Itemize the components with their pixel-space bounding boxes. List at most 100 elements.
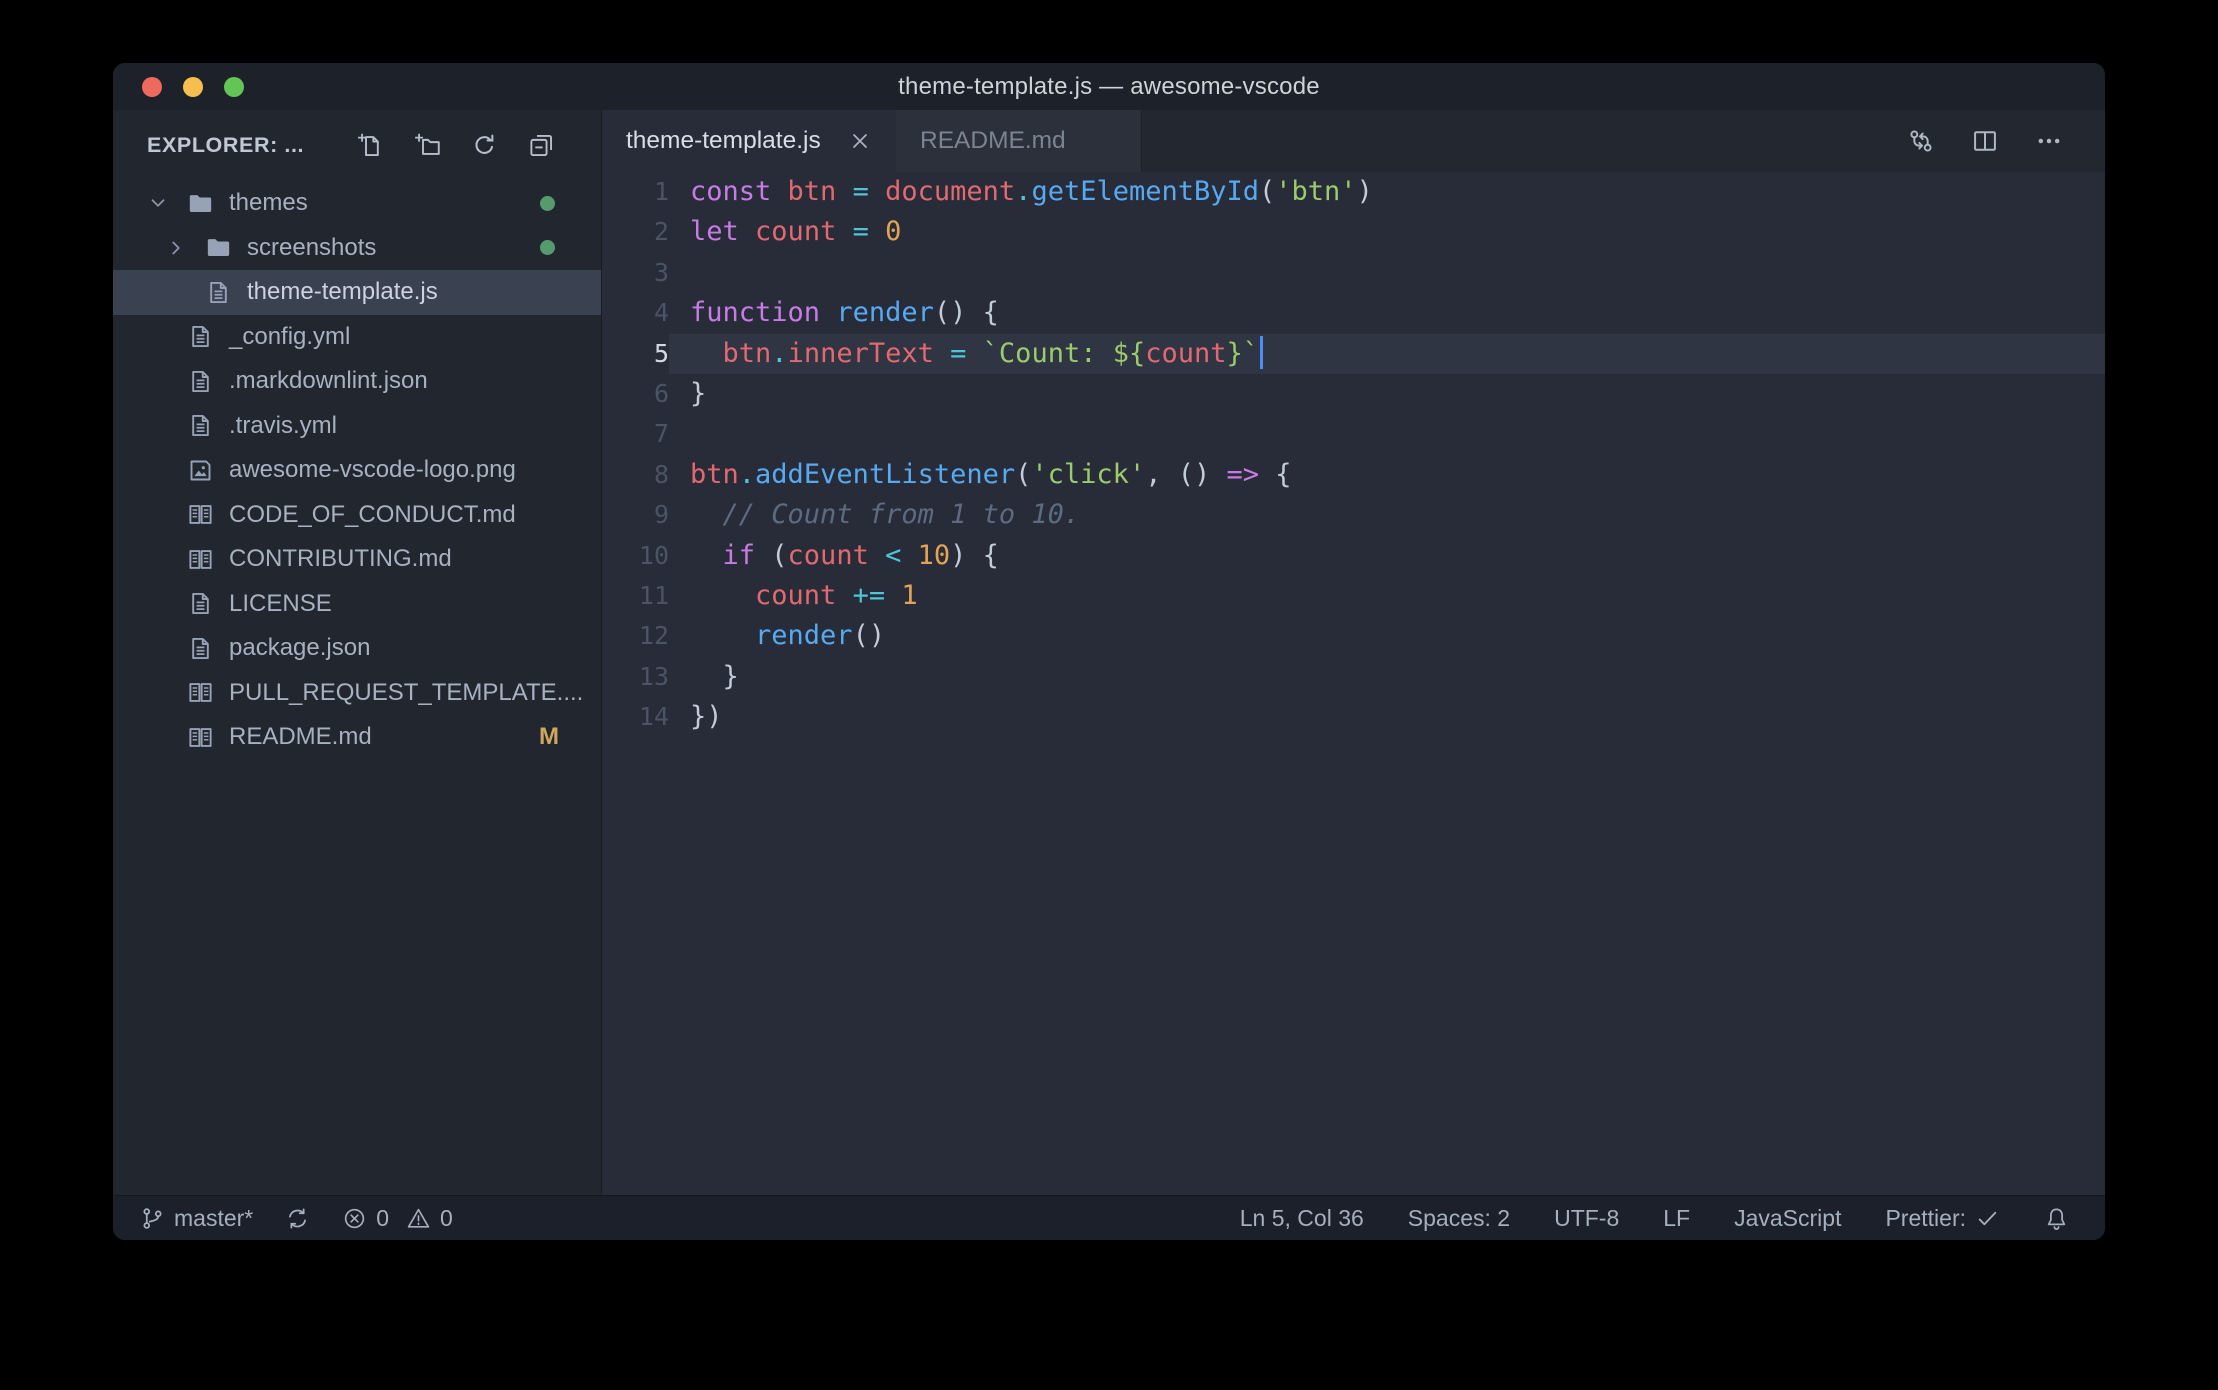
line-number: 9 — [653, 500, 669, 530]
code-text: btn.addEventListener('click', () => { — [690, 458, 1292, 490]
file-tree: themes screenshots theme-template.js _confi… — [113, 181, 601, 760]
explorer-sidebar: EXPLORER: ... themes screenshots theme-tem… — [113, 110, 602, 1195]
code-text: // Count from 1 to 10. — [690, 499, 1081, 531]
tab-label: theme-template.js — [626, 127, 821, 154]
code-area[interactable]: 1 const btn = document.getElementById('bt… — [602, 172, 2105, 1195]
error-count: 0 — [376, 1204, 390, 1231]
close-window-button[interactable] — [142, 76, 162, 97]
code-line-12: 12 render() — [602, 616, 2105, 656]
minimize-window-button[interactable] — [183, 76, 203, 97]
code-line-8: 8 btn.addEventListener('click', () => { — [602, 455, 2105, 495]
refresh-icon[interactable] — [471, 132, 498, 159]
explorer-title: EXPLORER: ... — [147, 133, 305, 157]
tree-item-label: theme-template.js — [247, 278, 438, 306]
code-line-6: 6} — [602, 374, 2105, 414]
tree-item--config-yml[interactable]: _config.yml — [113, 315, 601, 360]
file-icon — [187, 368, 214, 395]
git-branch-status[interactable]: master* — [140, 1205, 253, 1232]
tree-item-theme-template-js[interactable]: theme-template.js — [113, 270, 601, 315]
close-tab-icon[interactable] — [848, 129, 872, 153]
new-file-icon[interactable] — [357, 132, 384, 159]
code-text: btn.innerText = `Count: ${count}` — [690, 334, 1264, 374]
bell-icon — [2044, 1206, 2069, 1231]
file-icon — [205, 279, 232, 306]
line-number: 13 — [638, 661, 669, 691]
tree-item-readme-md[interactable]: README.md M — [113, 715, 601, 760]
tree-item--travis-yml[interactable]: .travis.yml — [113, 404, 601, 449]
code-text: if (count < 10) { — [722, 539, 999, 571]
sync-icon — [285, 1206, 310, 1231]
tree-item--markdownlint-json[interactable]: .markdownlint.json — [113, 359, 601, 404]
chevron-down-icon — [147, 192, 187, 214]
error-icon — [342, 1206, 367, 1231]
git-status-dot — [540, 195, 555, 211]
folder-icon — [187, 190, 214, 217]
editor-actions — [1907, 110, 2105, 172]
line-number: 6 — [653, 378, 669, 408]
problems-status[interactable]: 0 0 — [342, 1205, 453, 1232]
tab-label: README.md — [920, 127, 1066, 154]
tree-item-pull-request-template-[interactable]: PULL_REQUEST_TEMPLATE.... — [113, 671, 601, 716]
editor-group: theme-template.js README.md 1 const btn =… — [602, 110, 2105, 1195]
code-text: let count = 0 — [690, 216, 902, 248]
chevron-right-icon — [165, 237, 205, 259]
new-folder-icon[interactable] — [414, 132, 441, 159]
zoom-window-button[interactable] — [224, 76, 244, 97]
tree-item-label: CODE_OF_CONDUCT.md — [229, 500, 516, 528]
text-cursor — [1260, 335, 1264, 369]
tree-item-code-of-conduct-md[interactable]: CODE_OF_CONDUCT.md — [113, 493, 601, 538]
warning-icon — [406, 1206, 431, 1231]
markdown-icon — [187, 679, 214, 706]
line-number: 2 — [653, 217, 669, 247]
line-number: 5 — [653, 338, 669, 368]
code-line-11: 11 count += 1 — [602, 576, 2105, 616]
encoding-setting[interactable]: UTF-8 — [1554, 1205, 1619, 1232]
markdown-icon — [187, 501, 214, 528]
code-line-9: 9 // Count from 1 to 10. — [602, 495, 2105, 535]
tree-item-label: .travis.yml — [229, 411, 337, 439]
file-icon — [187, 323, 214, 350]
explorer-header: EXPLORER: ... — [113, 110, 601, 181]
warning-count: 0 — [440, 1204, 453, 1231]
code-text: } — [722, 660, 739, 692]
markdown-icon — [187, 724, 214, 751]
tree-item-themes[interactable]: themes — [113, 181, 601, 226]
split-editor-icon[interactable] — [1971, 127, 1999, 155]
sync-status[interactable] — [285, 1206, 310, 1231]
file-icon — [187, 412, 214, 439]
code-line-1: 1 const btn = document.getElementById('bt… — [602, 172, 2105, 212]
file-icon — [187, 635, 214, 662]
line-number: 8 — [653, 459, 669, 489]
indentation-setting[interactable]: Spaces: 2 — [1408, 1205, 1510, 1232]
collapse-all-icon[interactable] — [528, 132, 555, 159]
folder-icon — [205, 234, 232, 261]
tab-readme-md[interactable]: README.md — [896, 110, 1142, 172]
open-changes-icon[interactable] — [1907, 127, 1935, 155]
tree-item-contributing-md[interactable]: CONTRIBUTING.md — [113, 537, 601, 582]
git-branch-icon — [140, 1206, 165, 1231]
explorer-actions — [357, 132, 555, 159]
cursor-position[interactable]: Ln 5, Col 36 — [1240, 1205, 1364, 1232]
code-text: render() — [755, 620, 886, 652]
code-line-10: 10 if (count < 10) { — [602, 536, 2105, 576]
more-actions-icon[interactable] — [2035, 127, 2063, 155]
code-text: const btn = document.getElementById('btn… — [690, 176, 1373, 207]
file-icon — [187, 590, 214, 617]
tree-item-package-json[interactable]: package.json — [113, 626, 601, 671]
tree-item-label: CONTRIBUTING.md — [229, 545, 452, 573]
code-text: }) — [690, 701, 723, 733]
tab-theme-template-js[interactable]: theme-template.js — [602, 110, 896, 172]
language-mode[interactable]: JavaScript — [1734, 1205, 1841, 1232]
eol-setting[interactable]: LF — [1663, 1205, 1690, 1232]
image-icon — [187, 457, 214, 484]
code-line-2: 2 let count = 0 — [602, 212, 2105, 252]
tree-item-license[interactable]: LICENSE — [113, 582, 601, 627]
line-number: 11 — [638, 580, 669, 610]
tree-item-screenshots[interactable]: screenshots — [113, 226, 601, 271]
code-line-5: 5 btn.innerText = `Count: ${count}` — [602, 333, 2105, 374]
formatter-status[interactable]: Prettier: — [1885, 1205, 2000, 1232]
line-number: 14 — [638, 702, 669, 732]
tree-item-awesome-vscode-logo-png[interactable]: awesome-vscode-logo.png — [113, 448, 601, 493]
notifications[interactable] — [2044, 1206, 2069, 1231]
tree-item-label: package.json — [229, 634, 371, 662]
